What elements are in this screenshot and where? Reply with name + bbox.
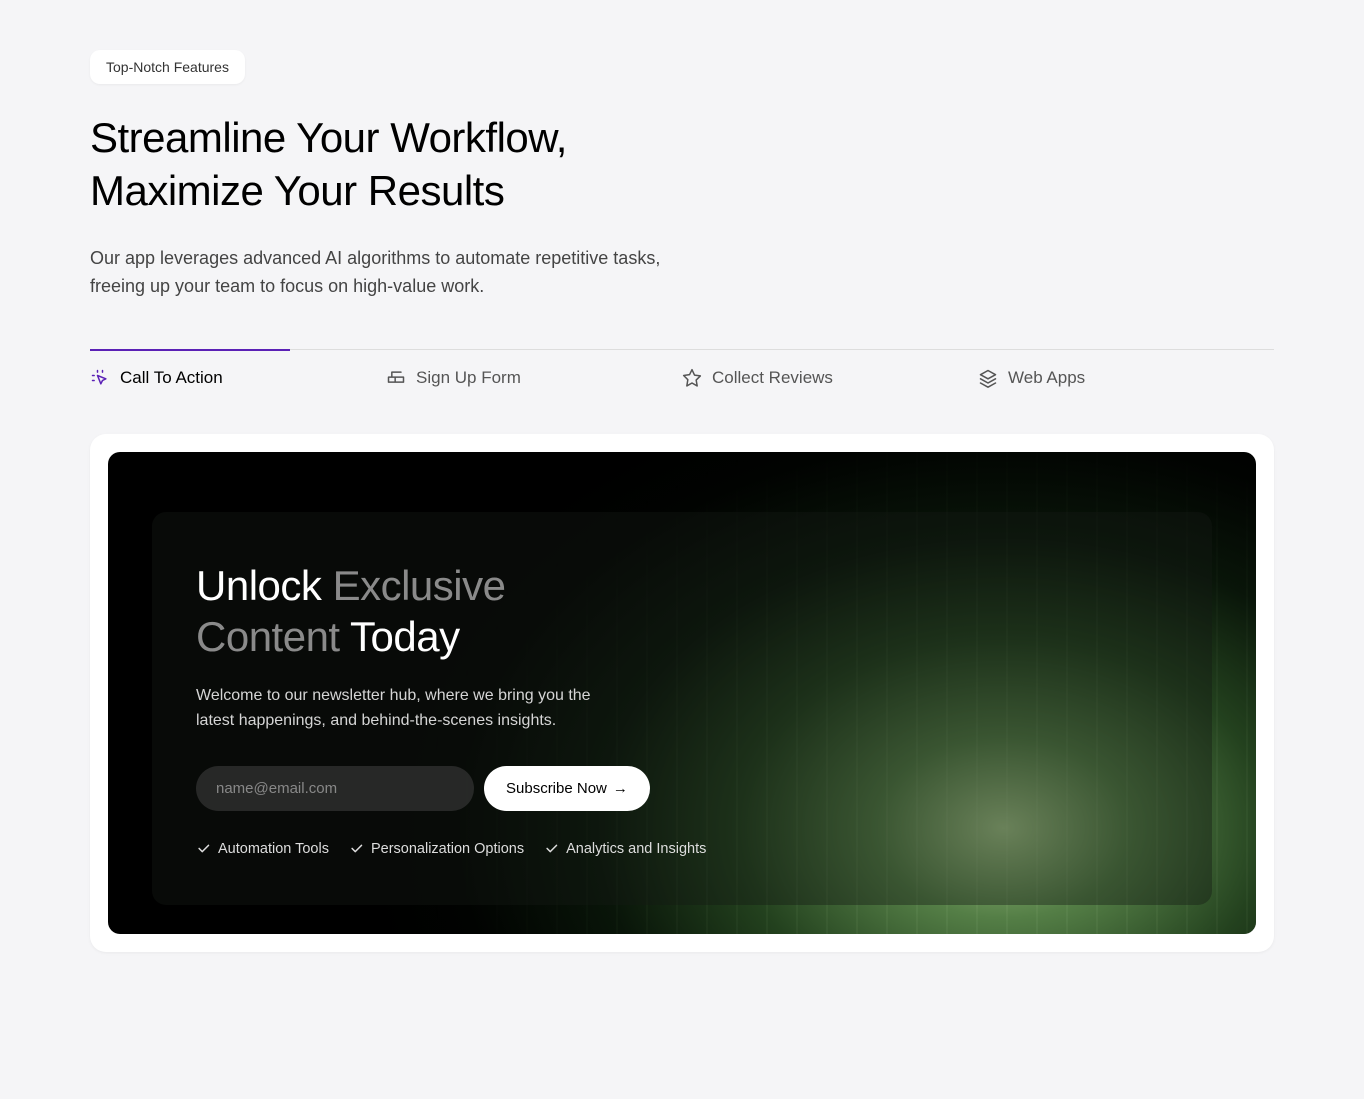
email-input[interactable] (196, 766, 474, 811)
feature-item: Analytics and Insights (544, 841, 706, 857)
tab-web-apps[interactable]: Web Apps (978, 350, 1274, 406)
arrow-right-icon: → (613, 780, 628, 797)
tab-collect-reviews[interactable]: Collect Reviews (682, 350, 978, 406)
tab-sign-up-form[interactable]: Sign Up Form (386, 350, 682, 406)
tab-call-to-action[interactable]: Call To Action (90, 350, 386, 406)
feature-label: Automation Tools (218, 841, 329, 857)
tab-label: Call To Action (120, 368, 223, 388)
hero-subtitle: Welcome to our newsletter hub, where we … (196, 684, 616, 734)
hero-title-word: Exclusive (333, 562, 506, 609)
subscribe-row: Subscribe Now → (196, 766, 1168, 811)
check-icon (196, 841, 211, 856)
hero-features-row: Automation Tools Personalization Options… (196, 841, 1168, 857)
cursor-click-icon (90, 368, 110, 388)
headline-line-1: Streamline Your Workflow, (90, 114, 567, 161)
page-description: Our app leverages advanced AI algorithms… (90, 245, 670, 301)
hero-title-word: Content (196, 613, 340, 660)
tab-label: Sign Up Form (416, 368, 521, 388)
hero-panel: Unlock Exclusive Content Today Welcome t… (108, 452, 1256, 934)
hero-title: Unlock Exclusive Content Today (196, 560, 1168, 662)
page-headline: Streamline Your Workflow, Maximize Your … (90, 112, 1274, 217)
layers-icon (978, 368, 998, 388)
hero-title-word: Unlock (196, 562, 321, 609)
feature-label: Analytics and Insights (566, 841, 706, 857)
feature-tabs: Call To Action Sign Up Form Collect Revi… (90, 349, 1274, 406)
check-icon (544, 841, 559, 856)
tab-label: Web Apps (1008, 368, 1085, 388)
hero-inner-card: Unlock Exclusive Content Today Welcome t… (152, 512, 1212, 905)
feature-item: Personalization Options (349, 841, 524, 857)
hero-title-word: Today (350, 613, 460, 660)
feature-item: Automation Tools (196, 841, 329, 857)
check-icon (349, 841, 364, 856)
feature-label: Personalization Options (371, 841, 524, 857)
mailbox-icon (386, 368, 406, 388)
content-card: Unlock Exclusive Content Today Welcome t… (90, 434, 1274, 952)
headline-line-2: Maximize Your Results (90, 167, 504, 214)
subscribe-button[interactable]: Subscribe Now → (484, 766, 650, 811)
star-icon (682, 368, 702, 388)
features-badge: Top-Notch Features (90, 50, 245, 84)
tab-label: Collect Reviews (712, 368, 833, 388)
subscribe-button-label: Subscribe Now (506, 780, 607, 797)
